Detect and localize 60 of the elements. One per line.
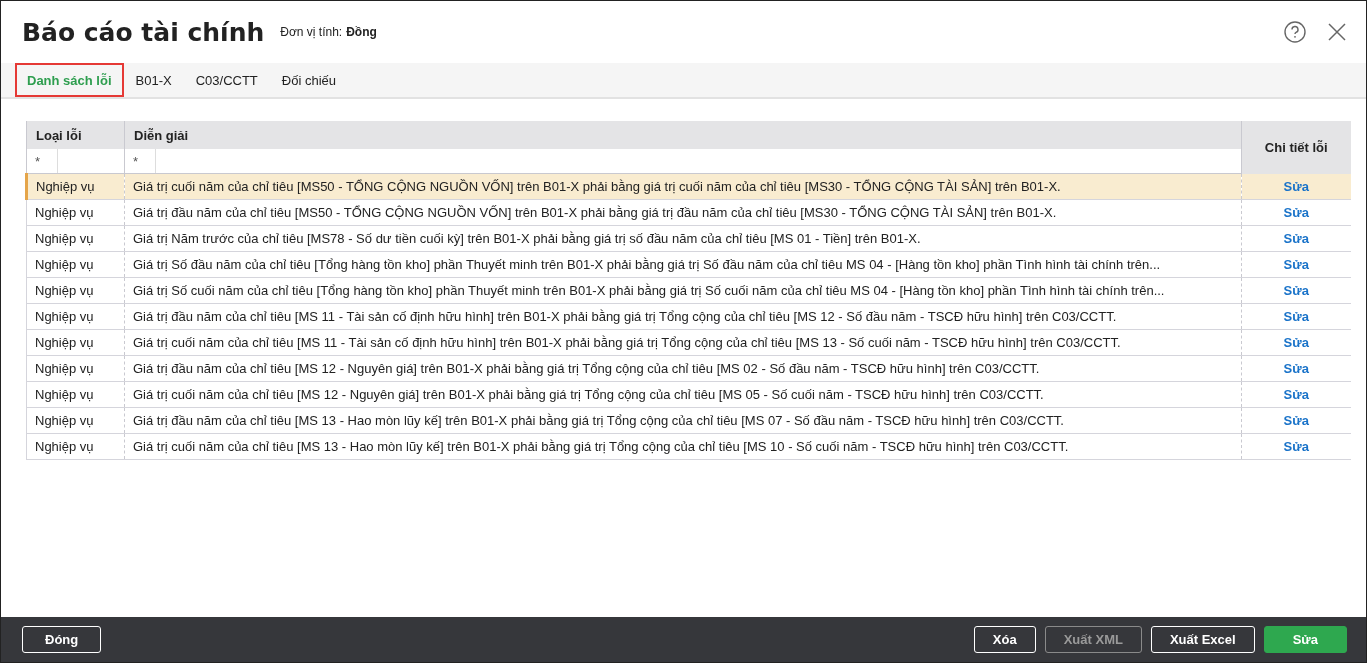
- table-row[interactable]: Nghiệp vụ Giá trị cuối năm của chỉ tiêu [MS 12 - Nguyên giá] trên B01-X phải bằng giá trị Tổng cộng của chỉ tiêu [MS 05 - Số cuối năm - TSCĐ hữu hình] trên C03/CCTT. Sửa: [26, 381, 1351, 408]
- edit-link[interactable]: Sửa: [1283, 205, 1309, 220]
- table-row[interactable]: Nghiệp vụ Giá trị Năm trước của chỉ tiêu [MS78 - Số dư tiền cuối kỳ] trên B01-X phải bằng giá trị số đầu năm của chỉ tiêu [MS 01 - Tiền] trên B01-X. Sửa: [26, 225, 1351, 252]
- table-row[interactable]: Nghiệp vụ Giá trị đầu năm của chỉ tiêu [MS 12 - Nguyên giá] trên B01-X phải bằng giá trị Tổng cộng của chỉ tiêu [MS 02 - Số đầu năm - TSCĐ hữu hình] trên C03/CCTT. Sửa: [26, 355, 1351, 382]
- edit-link[interactable]: Sửa: [1283, 178, 1309, 194]
- edit-link[interactable]: Sửa: [1283, 413, 1309, 428]
- edit-link[interactable]: Sửa: [1283, 361, 1309, 376]
- table-cell: Giá trị Số đầu năm của chỉ tiêu [Tổng hàng tồn kho] phần Thuyết minh trên B01-X phải bằng giá trị Số đầu năm của chỉ tiêu MS 04 - [Hàng tồn kho] phần Tình hình tài chính trên...: [124, 251, 1241, 278]
- footer-button[interactable]: Đóng: [22, 626, 102, 653]
- edit-link[interactable]: Sửa: [1283, 335, 1309, 350]
- filter-field[interactable]: *: [27, 149, 124, 173]
- column-header: Loại lỗi: [26, 121, 125, 149]
- table-cell: Nghiệp vụ: [26, 407, 125, 434]
- edit-link[interactable]: Sửa: [1283, 309, 1309, 324]
- table-cell: Giá trị cuối năm của chỉ tiêu [MS50 - TỔNG CỘNG NGUỒN VỐN] trên B01-X phải bằng giá trị cuối năm của chỉ tiêu [MS30 - TỔNG CỘNG TÀI SẢN] trên B01-X.: [124, 173, 1241, 200]
- table-cell: Giá trị Năm trước của chỉ tiêu [MS78 - Số dư tiền cuối kỳ] trên B01-X phải bằng giá trị số đầu năm của chỉ tiêu [MS 01 - Tiền] trên B01-X.: [124, 225, 1241, 252]
- edit-link[interactable]: Sửa: [1283, 231, 1309, 246]
- window-title: Báo cáo tài chính: [22, 17, 265, 47]
- table-cell: Nghiệp vụ: [26, 433, 125, 460]
- table-cell: Giá trị đầu năm của chỉ tiêu [MS 13 - Hao mòn lũy kế] trên B01-X phải bằng giá trị Tổng cộng của chỉ tiêu [MS 07 - Số đầu năm - TSCĐ hữu hình] trên C03/CCTT.: [124, 407, 1241, 434]
- help-icon[interactable]: [1284, 21, 1306, 43]
- footer-button[interactable]: Xóa: [973, 626, 1036, 653]
- tab[interactable]: C03/CCTT: [183, 63, 270, 97]
- table-cell: Giá trị cuối năm của chỉ tiêu [MS 11 - Tài sản cố định hữu hình] trên B01-X phải bằng giá trị Tổng cộng của chỉ tiêu [MS 13 - Số cuối năm - TSCĐ hữu hình] trên C03/CCTT.: [124, 329, 1241, 356]
- table-row[interactable]: Nghiệp vụ Giá trị đầu năm của chỉ tiêu [MS 13 - Hao mòn lũy kế] trên B01-X phải bằng giá trị Tổng cộng của chỉ tiêu [MS 07 - Số đầu năm - TSCĐ hữu hình] trên C03/CCTT. Sửa: [26, 407, 1351, 434]
- close-icon[interactable]: [1328, 23, 1346, 41]
- table-row[interactable]: Nghiệp vụ Giá trị Số đầu năm của chỉ tiêu [Tổng hàng tồn kho] phần Thuyết minh trên B01-X phải bằng giá trị Số đầu năm của chỉ tiêu MS 04 - [Hàng tồn kho] phần Tình hình tài chính trên... Sửa: [26, 251, 1351, 278]
- table-cell: Nghiệp vụ: [26, 355, 125, 382]
- table-row[interactable]: Nghiệp vụ Giá trị đầu năm của chỉ tiêu [MS50 - TỔNG CỘNG NGUỒN VỐN] trên B01-X phải bằng giá trị đầu năm của chỉ tiêu [MS30 - TỔNG CỘNG TÀI SẢN] trên B01-X. Sửa: [26, 199, 1351, 226]
- tab[interactable]: Đối chiếu: [269, 63, 348, 97]
- column-header: Diễn giải: [124, 121, 1241, 149]
- unit-label: Đơn vị tính:: [280, 25, 343, 39]
- filter-field[interactable]: *: [125, 149, 1241, 173]
- table-row[interactable]: Nghiệp vụ Giá trị cuối năm của chỉ tiêu [MS 11 - Tài sản cố định hữu hình] trên B01-X phải bằng giá trị Tổng cộng của chỉ tiêu [MS 13 - Số cuối năm - TSCĐ hữu hình] trên C03/CCTT. Sửa: [26, 329, 1351, 356]
- edit-link[interactable]: Sửa: [1283, 439, 1309, 454]
- footer-button[interactable]: Xuất Excel: [1150, 626, 1255, 653]
- table-row[interactable]: Nghiệp vụ Giá trị cuối năm của chỉ tiêu [MS 13 - Hao mòn lũy kế] trên B01-X phải bằng giá trị Tổng cộng của chỉ tiêu [MS 10 - Số cuối năm - TSCĐ hữu hình] trên C03/CCTT. Sửa: [26, 433, 1351, 460]
- table-row[interactable]: Nghiệp vụ Giá trị Số cuối năm của chỉ tiêu [Tổng hàng tồn kho] phần Thuyết minh trên B01-X phải bằng giá trị Số cuối năm của chỉ tiêu MS 04 - [Hàng tồn kho] phần Tình hình tài chính trên... Sửa: [26, 277, 1351, 304]
- table-row[interactable]: Nghiệp vụ Giá trị cuối năm của chỉ tiêu [MS50 - TỔNG CỘNG NGUỒN VỐN] trên B01-X phải bằng giá trị cuối năm của chỉ tiêu [MS30 - TỔNG CỘNG TÀI SẢN] trên B01-X. Sửa: [26, 173, 1351, 200]
- table-cell: Giá trị cuối năm của chỉ tiêu [MS 12 - Nguyên giá] trên B01-X phải bằng giá trị Tổng cộng của chỉ tiêu [MS 05 - Số cuối năm - TSCĐ hữu hình] trên C03/CCTT.: [124, 381, 1241, 408]
- tab[interactable]: B01-X: [123, 63, 184, 97]
- edit-link[interactable]: Sửa: [1283, 283, 1309, 298]
- table-cell: Nghiệp vụ: [26, 199, 125, 226]
- table-cell: Nghiệp vụ: [26, 251, 125, 278]
- table-cell: Nghiệp vụ: [26, 277, 125, 304]
- table-cell: Giá trị đầu năm của chỉ tiêu [MS 11 - Tài sản cố định hữu hình] trên B01-X phải bằng giá trị Tổng cộng của chỉ tiêu [MS 12 - Số đầu năm - TSCĐ hữu hình] trên C03/CCTT.: [124, 303, 1241, 330]
- table-row[interactable]: Nghiệp vụ Giá trị đầu năm của chỉ tiêu [MS 11 - Tài sản cố định hữu hình] trên B01-X phải bằng giá trị Tổng cộng của chỉ tiêu [MS 12 - Số đầu năm - TSCĐ hữu hình] trên C03/CCTT. Sửa: [26, 303, 1351, 330]
- table-cell: Nghiệp vụ: [26, 225, 125, 252]
- table-cell: Nghiệp vụ: [26, 303, 125, 330]
- table-cell: Giá trị đầu năm của chỉ tiêu [MS50 - TỔNG CỘNG NGUỒN VỐN] trên B01-X phải bằng giá trị đầu năm của chỉ tiêu [MS30 - TỔNG CỘNG TÀI SẢN] trên B01-X.: [124, 199, 1241, 226]
- table-cell: Giá trị cuối năm của chỉ tiêu [MS 13 - Hao mòn lũy kế] trên B01-X phải bằng giá trị Tổng cộng của chỉ tiêu [MS 10 - Số cuối năm - TSCĐ hữu hình] trên C03/CCTT.: [124, 433, 1241, 460]
- unit-value: Đồng: [346, 25, 377, 39]
- table-cell: Giá trị đầu năm của chỉ tiêu [MS 12 - Nguyên giá] trên B01-X phải bằng giá trị Tổng cộng của chỉ tiêu [MS 02 - Số đầu năm - TSCĐ hữu hình] trên C03/CCTT.: [124, 355, 1241, 382]
- table-cell: Giá trị Số cuối năm của chỉ tiêu [Tổng hàng tồn kho] phần Thuyết minh trên B01-X phải bằng giá trị Số cuối năm của chỉ tiêu MS 04 - [Hàng tồn kho] phần Tình hình tài chính trên...: [124, 277, 1241, 304]
- table-cell: Nghiệp vụ: [26, 381, 125, 408]
- column-header: Chi tiết lỗi: [1241, 121, 1351, 174]
- table-cell: Nghiệp vụ: [26, 173, 125, 200]
- edit-link[interactable]: Sửa: [1283, 257, 1309, 272]
- edit-link[interactable]: Sửa: [1283, 387, 1309, 402]
- table-cell: Nghiệp vụ: [26, 329, 125, 356]
